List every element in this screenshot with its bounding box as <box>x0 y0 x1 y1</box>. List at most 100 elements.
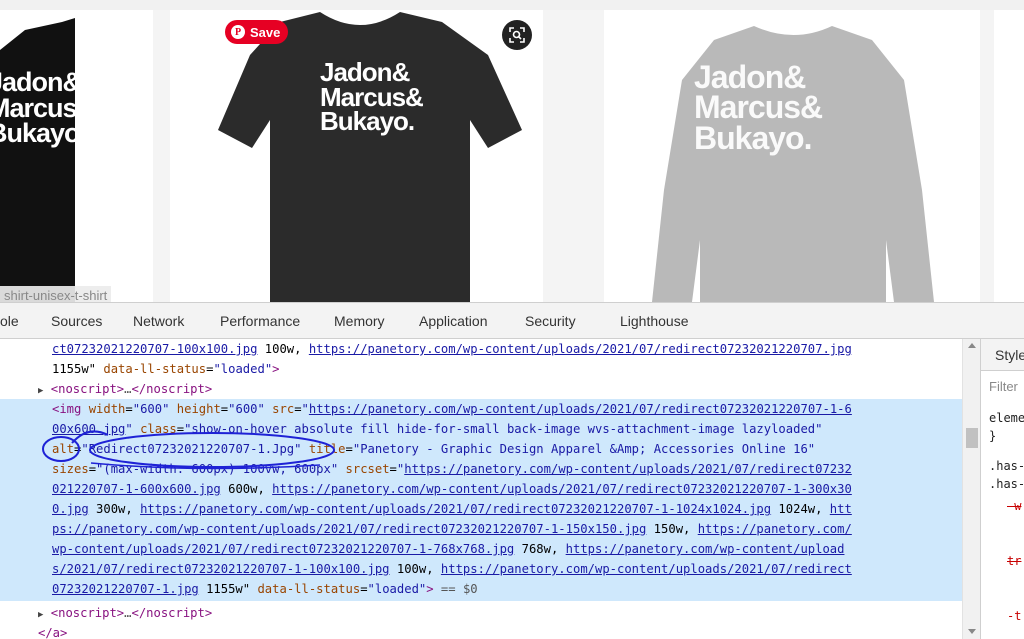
srcset-link[interactable]: 0.jpg <box>52 502 89 516</box>
srcset-link[interactable]: https://panetory.com/wp-content/uploads/… <box>272 482 852 496</box>
tab-application[interactable]: Application <box>419 313 488 329</box>
attr-value: "loaded" <box>367 582 427 596</box>
style-property: -t <box>1007 609 1022 623</box>
attr-name: sizes <box>52 462 89 476</box>
code-line: s/2021/07/redirect07232021220707-1-100x1… <box>52 559 852 579</box>
product-grid: Jadon& Marcus& Bukayo. shirt-unisex-t-sh… <box>0 0 1024 302</box>
attr-name: src <box>272 402 295 416</box>
tag-close: </noscript> <box>131 382 213 396</box>
tab-sources[interactable]: Sources <box>51 313 102 329</box>
srcset-link[interactable]: htt <box>830 502 852 516</box>
attr-name: height <box>176 402 221 416</box>
elements-panel[interactable]: ct07232021220707-100x100.jpg 100w, https… <box>0 339 962 639</box>
srcset-descriptor: 1024w, <box>771 502 830 516</box>
code-line: ct07232021220707-100x100.jpg 100w, https… <box>52 339 852 359</box>
srcset-descriptor: 150w, <box>646 522 698 536</box>
overridden-property: tr <box>1007 554 1022 568</box>
srcset-descriptor: 1155w" <box>198 582 251 596</box>
attr-name: data-ll-status <box>103 362 207 376</box>
scroll-up-arrow-icon[interactable] <box>968 343 976 348</box>
scrollbar-thumb[interactable] <box>966 428 978 448</box>
code-line: 07232021220707-1.jpg 1155w" data-ll-stat… <box>52 582 478 596</box>
alt-value: "Redirect07232021220707-1.Jpg" <box>81 442 302 456</box>
styles-filter-input[interactable]: Filter <box>989 379 1024 394</box>
tag-open: <noscript> <box>50 382 125 396</box>
code-line: 0.jpg 300w, https://panetory.com/wp-cont… <box>52 499 852 519</box>
srcset-link[interactable]: s/2021/07/redirect07232021220707-1-100x1… <box>52 562 390 576</box>
code-line: 00x600.jpg" class="show-on-hover absolut… <box>52 422 823 436</box>
tab-styles[interactable]: Style <box>995 347 1024 363</box>
tab-memory[interactable]: Memory <box>334 313 385 329</box>
code-line: wp-content/uploads/2021/07/redirect07232… <box>52 539 844 559</box>
srcset-link[interactable]: https://panetory.com/wp-content/uploads/… <box>404 462 852 476</box>
code-line: 1155w" data-ll-status="loaded"> <box>52 362 280 376</box>
srcset-descriptor: 600w, <box>220 482 273 496</box>
product-card-3[interactable]: Jadon& Marcus& Bukayo. <box>604 10 980 302</box>
image-label: shirt-unisex-t-shirt <box>0 286 112 302</box>
srcset-link[interactable]: wp-content/uploads/2021/07/redirect07232… <box>52 542 514 556</box>
attr-value: "Panetory - Graphic Design Apparel &Amp;… <box>352 442 816 456</box>
top-strip <box>0 0 1024 10</box>
tab-performance[interactable]: Performance <box>220 313 300 329</box>
tag-open: <noscript> <box>50 606 125 620</box>
product-card-4[interactable] <box>994 10 1024 302</box>
styles-pane[interactable]: Style Filter eleme } .has- .has- -w tr -… <box>980 339 1024 639</box>
code-line: alt="Redirect07232021220707-1.Jpg" title… <box>52 442 816 456</box>
img-tag: <img <box>52 402 82 416</box>
attr-name: title <box>308 442 346 456</box>
srcset-link[interactable]: ct07232021220707-100x100.jpg <box>52 342 257 356</box>
src-link[interactable]: https://panetory.com/wp-content/uploads/… <box>309 402 852 416</box>
style-rule-line: .has- <box>989 477 1024 491</box>
attr-value: "show-on-hover absolute fill hide-for-sm… <box>184 422 823 436</box>
srcset-link[interactable]: ps://panetory.com/wp-content/uploads/202… <box>52 522 646 536</box>
pinterest-icon: P <box>231 25 245 39</box>
attr-value: "loaded" <box>213 362 273 376</box>
tag-close: </noscript> <box>131 606 213 620</box>
srcset-link[interactable]: https://panetory.com/wp-content/uploads/… <box>140 502 771 516</box>
shirt-print-text: Jadon& Marcus& Bukayo. <box>0 67 96 149</box>
code-line: ps://panetory.com/wp-content/uploads/202… <box>52 519 852 539</box>
code-line: <img width="600" height="600" src="https… <box>52 402 852 416</box>
srcset-descriptor: 300w, <box>88 502 141 516</box>
tab-security[interactable]: Security <box>525 313 576 329</box>
code-line: sizes="(max-width: 600px) 100vw, 600px" … <box>52 462 852 476</box>
srcset-descriptor: 100w, <box>257 342 309 356</box>
tab-console[interactable]: ole <box>0 313 19 329</box>
srcset-link[interactable]: https://panetory.com/wp-content/uploads/… <box>441 562 852 576</box>
attr-name: srcset <box>345 462 390 476</box>
selected-node-marker: == $0 <box>433 582 478 596</box>
elements-scrollbar[interactable] <box>962 339 980 639</box>
lens-icon <box>509 27 525 43</box>
expand-triangle-icon[interactable]: ▶ <box>38 610 43 620</box>
style-rule-line: .has- <box>989 459 1024 473</box>
styles-header: Style <box>981 339 1024 371</box>
srcset-descriptor: 1155w" <box>52 362 97 376</box>
src-link[interactable]: 00x600.jpg <box>52 422 125 436</box>
srcset-link[interactable]: https://panetory.com/wp-content/upload <box>566 542 845 556</box>
save-label: Save <box>250 24 281 40</box>
noscript-node[interactable]: ▶ <noscript>…</noscript> <box>38 379 212 399</box>
srcset-link[interactable]: https://panetory.com/ <box>698 522 852 536</box>
gray-sweatshirt-image <box>652 26 934 302</box>
overridden-property: -w <box>1007 499 1022 513</box>
expand-triangle-icon[interactable]: ▶ <box>38 386 43 396</box>
product-card-1[interactable]: Jadon& Marcus& Bukayo. shirt-unisex-t-sh… <box>0 10 153 302</box>
visual-search-button[interactable] <box>502 20 532 50</box>
noscript-node[interactable]: ▶ <noscript>…</noscript> <box>38 603 212 623</box>
tab-network[interactable]: Network <box>133 313 184 329</box>
srcset-link[interactable]: 07232021220707-1.jpg <box>52 582 199 596</box>
product-card-2[interactable]: Jadon& Marcus& Bukayo. P Save <box>170 10 543 302</box>
attr-name: width <box>88 402 126 416</box>
style-rule-line: eleme <box>989 411 1024 425</box>
code-line: </a> <box>38 623 67 639</box>
srcset-link[interactable]: 021220707-1-600x600.jpg <box>52 482 221 496</box>
srcset-link[interactable]: https://panetory.com/wp-content/uploads/… <box>309 342 852 356</box>
tab-lighthouse[interactable]: Lighthouse <box>620 313 689 329</box>
pinterest-save-button[interactable]: P Save <box>225 20 289 44</box>
devtools-tabbar: ole Sources Network Performance Memory A… <box>0 302 1024 339</box>
attr-name: data-ll-status <box>257 582 361 596</box>
srcset-descriptor: 100w, <box>389 562 441 576</box>
scroll-down-arrow-icon[interactable] <box>968 629 976 634</box>
srcset-descriptor: 768w, <box>514 542 566 556</box>
attr-name: alt <box>52 442 75 456</box>
